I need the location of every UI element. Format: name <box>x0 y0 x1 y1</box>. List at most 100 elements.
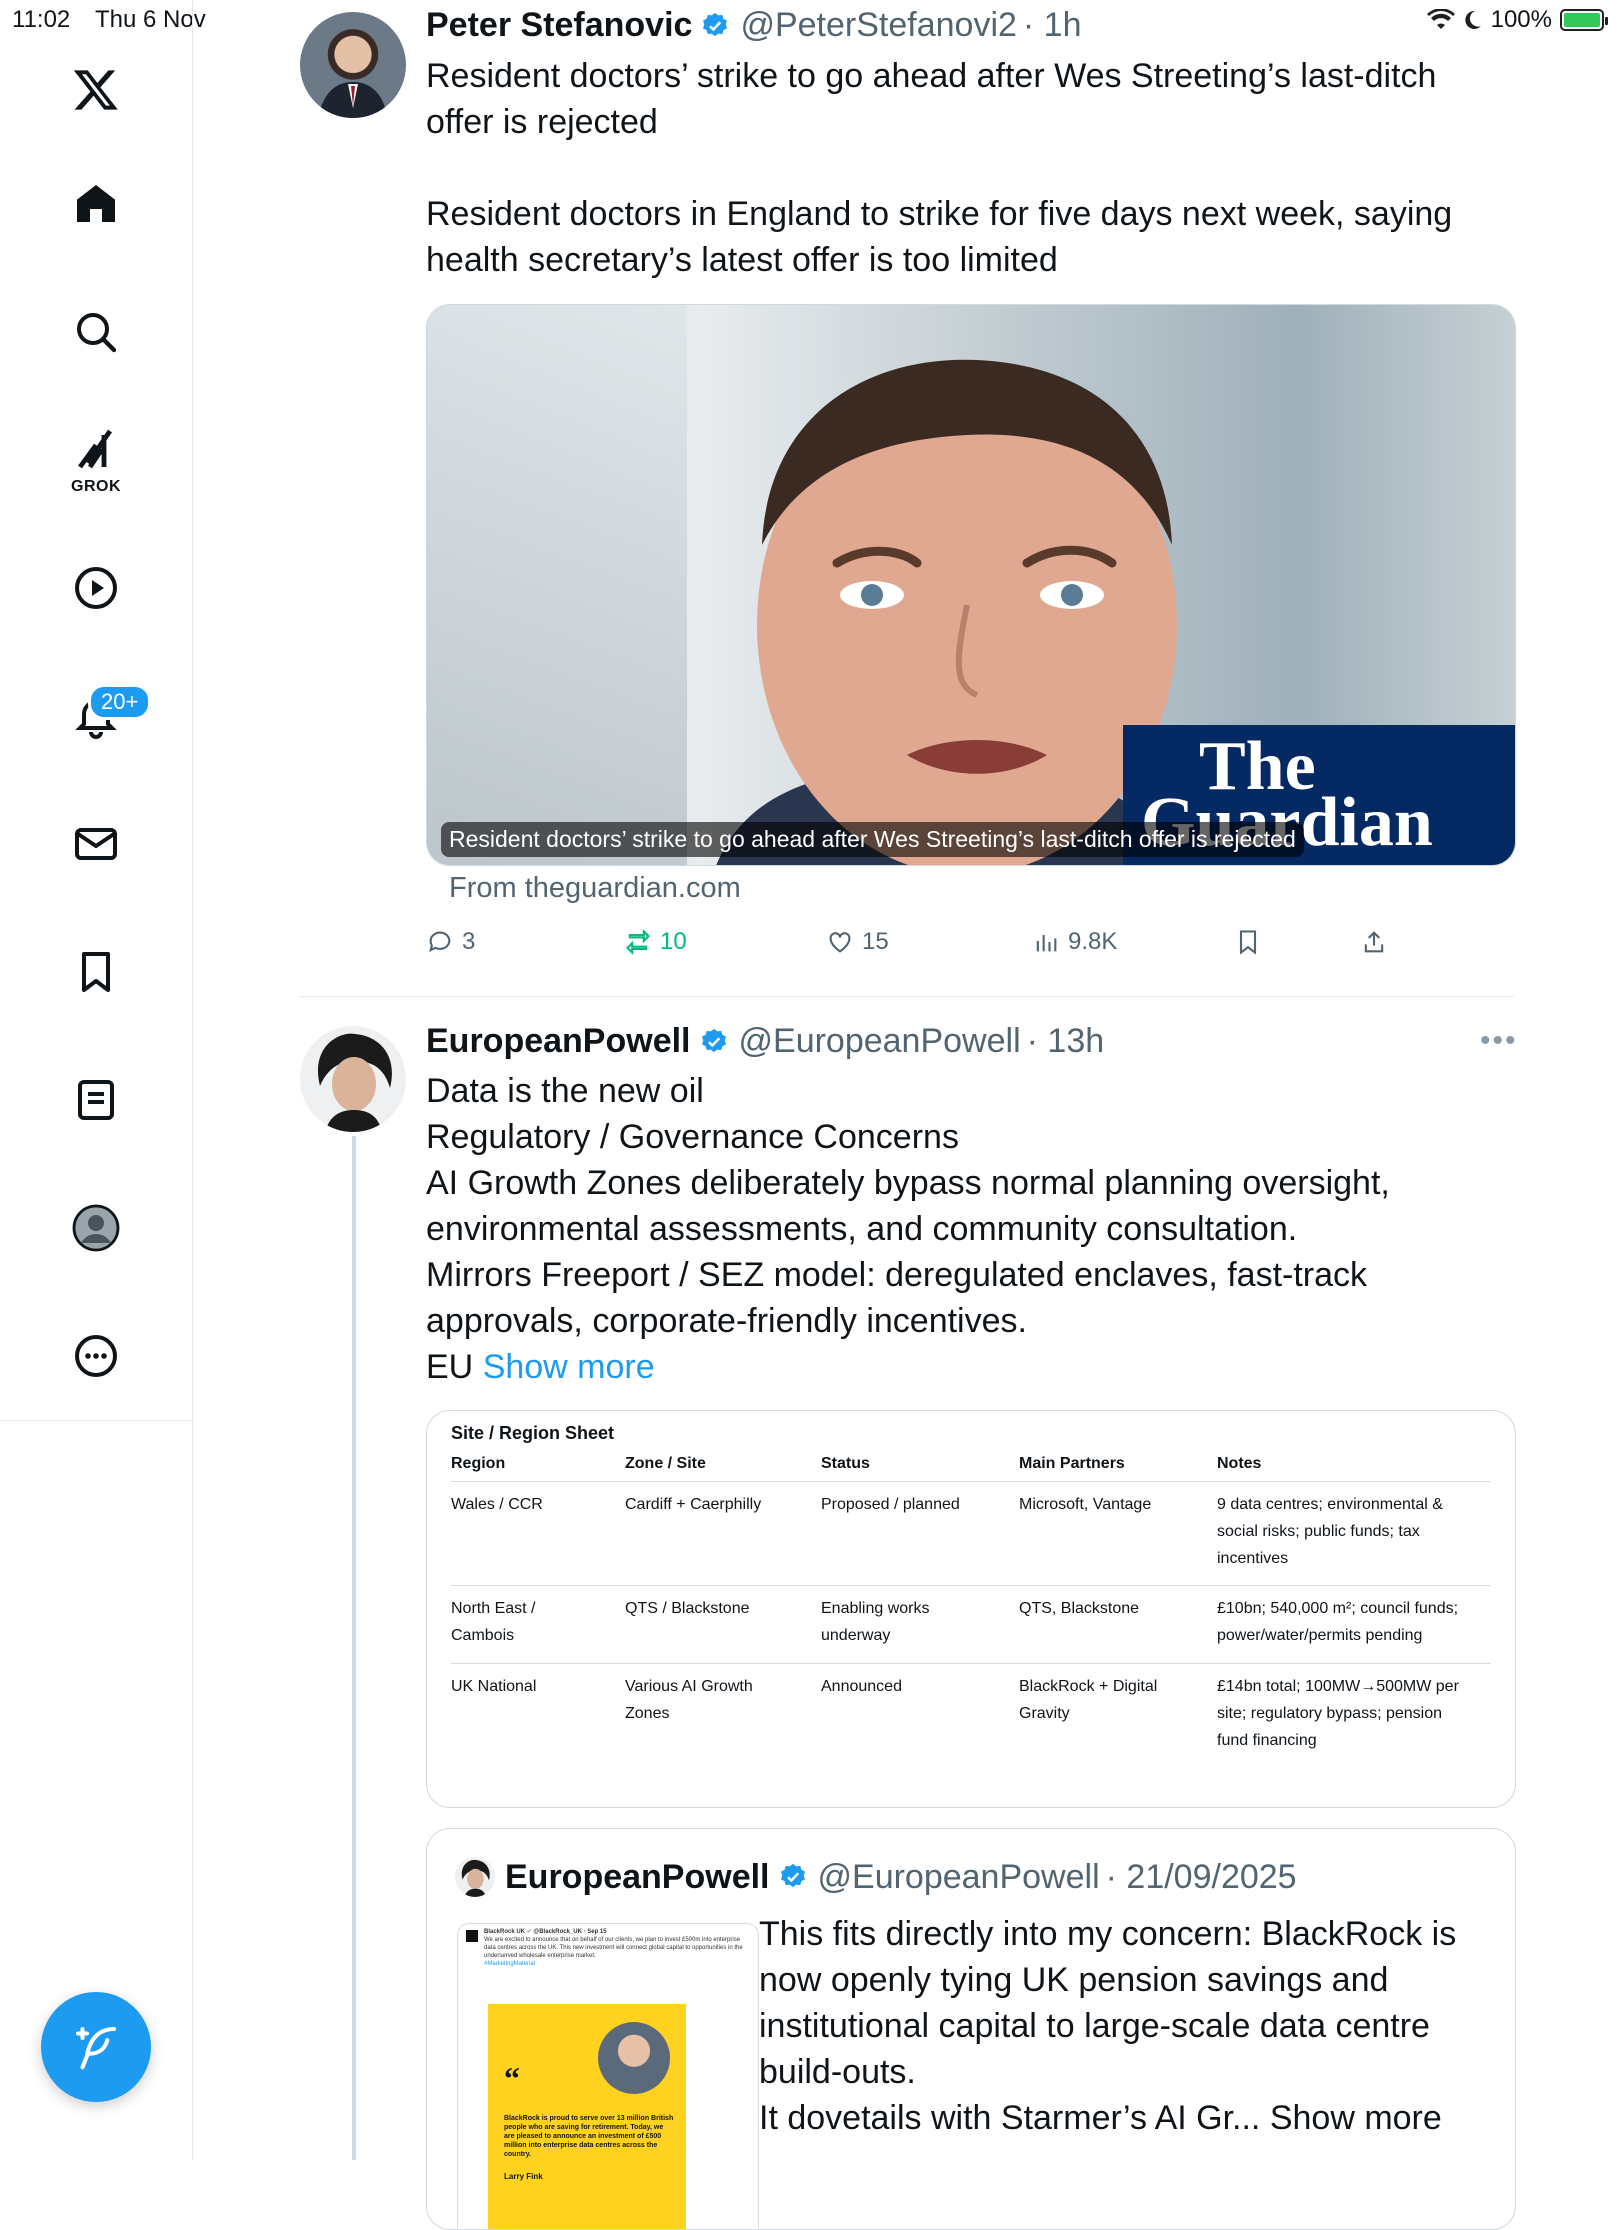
search-icon[interactable] <box>56 292 136 372</box>
thread-line <box>352 1136 356 2160</box>
video-play-icon[interactable] <box>56 548 136 628</box>
reply-icon <box>429 931 451 953</box>
table-cell-line: BlackRock + Digital <box>1019 1678 1158 1695</box>
table-cell: Microsoft, Vantage <box>1019 1491 1151 1518</box>
table-cell-line: QTS / Blackstone <box>625 1600 750 1617</box>
tweet-body: Resident doctors’ strike to go ahead aft… <box>426 53 1526 283</box>
verified-badge-icon <box>699 1027 729 1057</box>
table-header: Status <box>821 1455 870 1472</box>
table-cell: £14bn total; 100MW→500MW per site; regul… <box>1217 1673 1459 1754</box>
post-time[interactable]: · 1h <box>1023 6 1082 45</box>
quoted-avatar <box>455 1857 495 1897</box>
quoted-text-line: institutional capital to large-scale dat… <box>759 2007 1430 2045</box>
table-cell-line: Wales / CCR <box>451 1496 543 1513</box>
repost-button[interactable]: 10 <box>624 928 687 956</box>
table-rule <box>451 1481 1491 1482</box>
compose-post-button[interactable] <box>41 1992 151 2102</box>
photo-background-blur <box>427 305 687 865</box>
tweet-text-line: Regulatory / Governance Concerns <box>426 1118 959 1156</box>
author-handle[interactable]: @EuropeanPowell <box>739 1022 1021 1061</box>
grok-icon[interactable]: GROK <box>56 420 136 500</box>
table-rule <box>451 1663 1491 1664</box>
quoted-tweet-image: BlackRock UK ✓ @BlackRock_UK · Sep 15 We… <box>457 1923 759 2229</box>
author-name[interactable]: EuropeanPowell <box>426 1022 691 1061</box>
messages-envelope-icon[interactable] <box>56 804 136 884</box>
bookmark-button[interactable] <box>1234 928 1262 956</box>
repost-count: 10 <box>660 928 687 955</box>
sidebar-border <box>192 1420 193 2160</box>
link-preview-card[interactable]: The Guardian Resident doctors’ strike to… <box>426 304 1516 866</box>
more-options-icon[interactable]: ••• <box>1480 1024 1518 1058</box>
tweet-text-line: health secretary’s latest offer is too l… <box>426 241 1058 279</box>
status-right: 100% <box>1426 6 1608 34</box>
thumb-text-line: BlackRock is proud to serve over 13 mill… <box>504 2115 674 2158</box>
battery-percent: 100% <box>1490 6 1552 33</box>
attached-table-image[interactable]: Site / Region Sheet Region Zone / Site S… <box>426 1410 1516 1808</box>
quoted-tweet-header: EuropeanPowell @EuropeanPowell · 21/09/2… <box>455 1857 1297 1897</box>
table-cell-line: Proposed / planned <box>821 1496 960 1513</box>
views-chart-icon <box>1036 935 1057 952</box>
tweet-divider <box>300 996 1514 997</box>
views-button[interactable]: 9.8K <box>1032 928 1117 956</box>
table-cell-line: Cambois <box>451 1627 515 1644</box>
like-button[interactable]: 15 <box>826 928 889 956</box>
like-count: 15 <box>862 928 889 955</box>
wifi-icon <box>1426 9 1455 29</box>
quoted-tweet-text: This fits directly into my concern: Blac… <box>759 1911 1489 2141</box>
table-header: Region <box>451 1455 506 1472</box>
table-cell-line: Enabling works <box>821 1600 930 1617</box>
share-button[interactable] <box>1360 928 1388 956</box>
table-cell: North East / Cambois <box>451 1595 535 1649</box>
table-cell-line: Announced <box>821 1678 902 1695</box>
table-cell: Cardiff + Caerphilly <box>625 1491 761 1518</box>
table-cell: UK National <box>451 1673 536 1700</box>
thumb-quote-mark: “ <box>504 2060 520 2096</box>
thumb-yellow-panel: “ BlackRock is proud to serve over 13 mi… <box>488 2004 686 2229</box>
tweet-text-line: environmental assessments, and community… <box>426 1210 1298 1248</box>
quoted-show-more-link[interactable]: Show more <box>1270 2099 1442 2137</box>
battery-icon <box>1560 9 1608 31</box>
home-icon[interactable] <box>56 164 136 244</box>
tweet-text-line: AI Growth Zones deliberately bypass norm… <box>426 1164 1390 1202</box>
table-cell-line: Gravity <box>1019 1705 1070 1722</box>
lists-icon[interactable] <box>56 1060 136 1140</box>
table-cell: QTS, Blackstone <box>1019 1595 1139 1622</box>
views-count: 9.8K <box>1068 928 1118 955</box>
reply-button[interactable]: 3 <box>426 928 475 956</box>
table-cell-line: £10bn; 540,000 m²; council funds; <box>1217 1600 1459 1617</box>
table-cell-line: 9 data centres; environmental & <box>1217 1496 1443 1513</box>
thumb-text: BlackRock UK ✓ @BlackRock_UK · Sep 15 We… <box>484 1928 746 1968</box>
quoted-text-line: now openly tying UK pension savings and <box>759 1961 1389 1999</box>
quoted-tweet-card[interactable]: EuropeanPowell @EuropeanPowell · 21/09/2… <box>426 1828 1516 2230</box>
link-source[interactable]: From theguardian.com <box>449 872 741 905</box>
thumb-text-line: Larry Fink <box>504 2172 543 2181</box>
quoted-text-line: It dovetails with Starmer’s AI Gr... <box>759 2099 1261 2137</box>
author-handle[interactable]: @PeterStefanovi2 <box>740 6 1016 45</box>
table-cell-line: Zones <box>625 1705 670 1722</box>
avatar[interactable] <box>300 12 406 118</box>
table-cell: Enabling works underway <box>821 1595 930 1649</box>
post-time[interactable]: · 13h <box>1027 1022 1105 1061</box>
table-cell: BlackRock + Digital Gravity <box>1019 1673 1157 1727</box>
more-circle-icon[interactable] <box>56 1316 136 1396</box>
author-name[interactable]: Peter Stefanovic <box>426 6 692 45</box>
link-card-caption: Resident doctors’ strike to go ahead aft… <box>441 822 1304 857</box>
x-logo-icon[interactable] <box>56 50 136 130</box>
table-cell: Various AI Growth Zones <box>625 1673 753 1727</box>
heart-icon <box>829 932 851 953</box>
quoted-author-handle: @EuropeanPowell <box>817 1857 1100 1896</box>
notifications-badge: 20+ <box>88 684 152 720</box>
table-cell: QTS / Blackstone <box>625 1595 750 1622</box>
table-cell-line: underway <box>821 1627 891 1644</box>
bookmarks-icon[interactable] <box>56 932 136 1012</box>
table-cell: Announced <box>821 1673 902 1700</box>
tweet-text-line: approvals, corporate-friendly incentives… <box>426 1302 1027 1340</box>
profile-avatar-icon[interactable] <box>56 1188 136 1268</box>
compose-feather-icon <box>75 2026 117 2070</box>
avatar[interactable] <box>300 1026 406 1132</box>
table-cell: 9 data centres; environmental & social r… <box>1217 1491 1443 1572</box>
tweet-text-line: EU <box>426 1348 474 1386</box>
show-more-link[interactable]: Show more <box>483 1348 655 1386</box>
thumb-text-line: BlackRock UK ✓ @BlackRock_UK · Sep 15 <box>484 1929 607 1935</box>
tweet-actions: 3 10 15 9.8K <box>426 928 1426 968</box>
